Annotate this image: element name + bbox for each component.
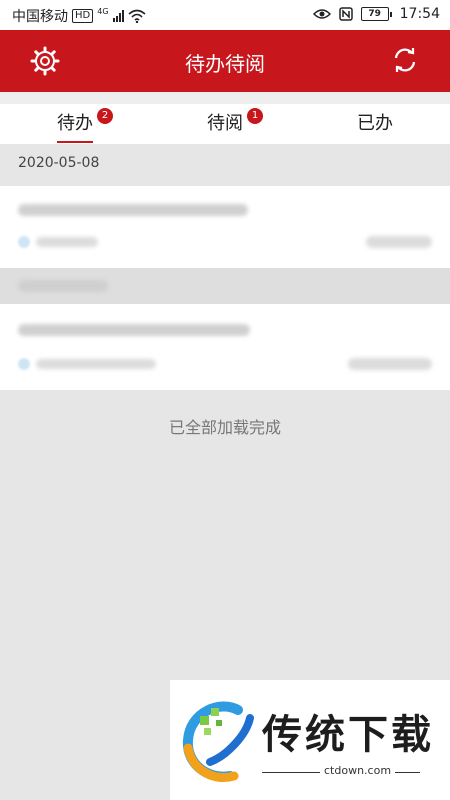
- eye-icon: [312, 9, 331, 19]
- list-item-time-redacted: [348, 358, 432, 370]
- header-gap: [0, 92, 450, 104]
- network-type: 4G: [97, 6, 109, 16]
- battery-icon: 79: [360, 7, 392, 21]
- tab-toread[interactable]: 待阅 1: [150, 104, 300, 144]
- tab-toread-badge: 1: [247, 108, 263, 124]
- tab-done[interactable]: 已办: [300, 104, 450, 144]
- list-item-icon: [18, 358, 30, 370]
- tab-todo-label: 待办: [57, 113, 93, 134]
- clock: 17:54: [399, 6, 440, 22]
- date-group-header: 2020-05-08: [0, 144, 450, 186]
- tab-todo[interactable]: 待办 2: [0, 104, 150, 144]
- list-item-title-redacted: [18, 324, 250, 336]
- load-complete-footer: 已全部加载完成: [0, 390, 450, 460]
- list-item-time-redacted: [366, 236, 432, 248]
- list-item[interactable]: [0, 304, 450, 390]
- tab-toread-label: 待阅: [207, 113, 243, 134]
- carrier-label: 中国移动: [12, 9, 68, 25]
- brand-url: ctdown.com: [320, 764, 396, 777]
- watermark-banner: 传统下载 ctdown.com: [170, 680, 450, 800]
- list-item-title-redacted: [18, 204, 248, 216]
- list-item-subtitle-redacted: [36, 359, 156, 369]
- tab-todo-badge: 2: [97, 108, 113, 124]
- list-item[interactable]: [0, 186, 450, 268]
- nfc-icon: [338, 7, 353, 21]
- brand-name: 传统下载: [262, 712, 434, 758]
- tab-done-label: 已办: [357, 113, 393, 134]
- tab-bar: 待办 2 待阅 1 已办: [0, 104, 450, 144]
- ctdown-logo-icon: [182, 701, 254, 782]
- status-bar: 中国移动 HD 4G 79 17:54: [0, 0, 450, 30]
- battery-level: 79: [360, 7, 389, 21]
- title-bar: 待办待阅: [0, 30, 450, 92]
- load-complete-text: 已全部加载完成: [168, 418, 281, 437]
- list-item-icon: [18, 236, 30, 248]
- blurred-group-header: [0, 268, 450, 304]
- refresh-icon[interactable]: [390, 45, 420, 75]
- group-date: 2020-05-08: [18, 155, 100, 171]
- active-tab-indicator: [57, 141, 93, 143]
- hd-badge: HD: [72, 9, 94, 23]
- list-item-subtitle-redacted: [36, 237, 98, 247]
- signal-icon: [112, 10, 124, 22]
- page-title: 待办待阅: [185, 52, 265, 76]
- wifi-icon: [128, 9, 146, 23]
